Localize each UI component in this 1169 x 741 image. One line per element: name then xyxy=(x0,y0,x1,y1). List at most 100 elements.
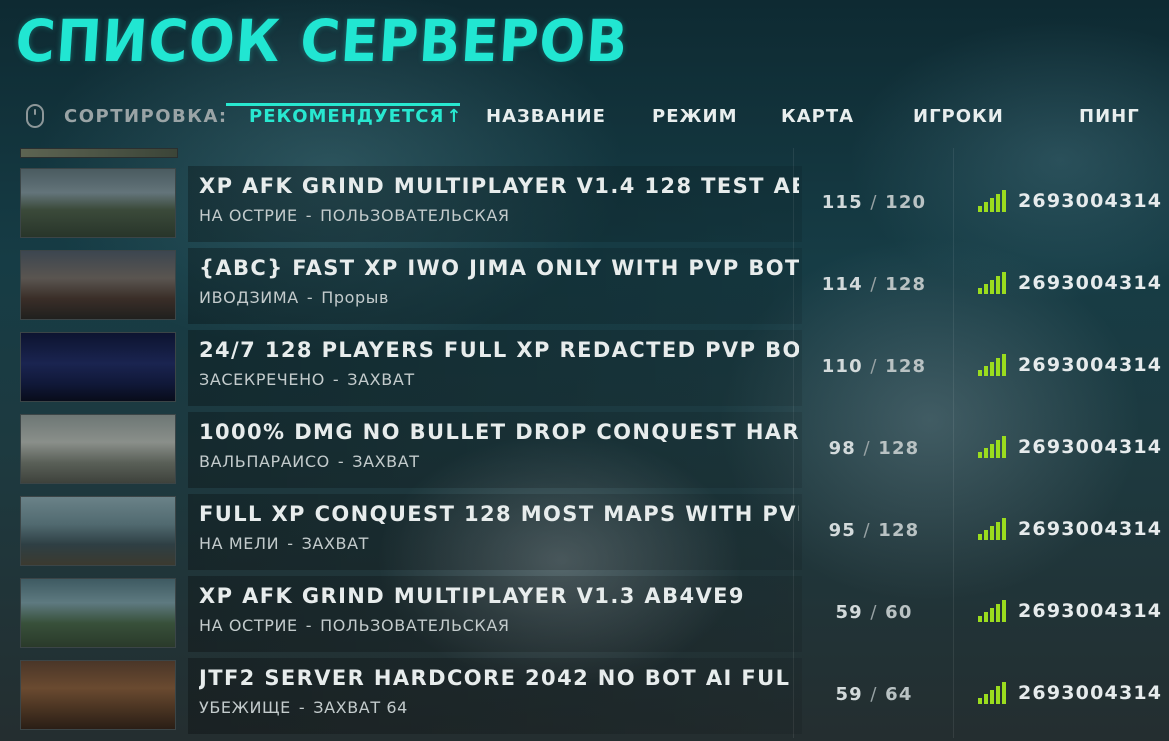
signal-bar xyxy=(1002,600,1006,622)
players-current: 59 xyxy=(835,684,863,705)
players-max: 128 xyxy=(878,520,920,541)
server-name: FULL XP CONQUEST 128 MOST MAPS WITH PVP xyxy=(199,502,799,526)
game-mode: ПОЛЬЗОВАТЕЛЬСКАЯ xyxy=(320,616,510,635)
signal-bars-icon xyxy=(978,190,1010,212)
game-mode: Прорыв xyxy=(321,288,389,307)
players-separator: / xyxy=(863,438,871,459)
map-thumbnail xyxy=(20,414,176,484)
sort-option-label: РЕКОМЕНДУЕТСЯ xyxy=(249,106,445,127)
sort-option-mode[interactable]: РЕЖИМ xyxy=(652,106,738,127)
player-count: 110 / 128 xyxy=(794,356,954,377)
player-count: 95 / 128 xyxy=(794,520,954,541)
server-row[interactable]: XP AFK GRIND MULTIPLAYER V1.4 128 TEST A… xyxy=(18,166,1168,242)
ping-value: 2693004314 xyxy=(1018,354,1163,376)
game-mode: ПОЛЬЗОВАТЕЛЬСКАЯ xyxy=(320,206,510,225)
map-name: ЗАСЕКРЕЧЕНО xyxy=(199,370,325,389)
signal-bar xyxy=(996,276,1000,294)
players-current: 98 xyxy=(828,438,857,459)
ping-value: 2693004314 xyxy=(1018,272,1163,294)
players-max: 128 xyxy=(885,274,927,295)
signal-bar xyxy=(996,686,1000,704)
game-mode: ЗАХВАТ xyxy=(301,534,370,553)
map-thumbnail xyxy=(20,168,176,238)
partial-row-thumbnail xyxy=(20,148,178,158)
game-mode: ЗАХВАТ xyxy=(347,370,415,389)
signal-bars-icon xyxy=(978,518,1010,540)
server-details: УБЕЖИЩЕ - ЗАХВАТ 64 xyxy=(199,698,408,717)
server-details: НА МЕЛИ - ЗАХВАТ xyxy=(199,534,369,553)
sort-bar: СОРТИРОВКА: РЕКОМЕНДУЕТСЯ ↑ НАЗВАНИЕ РЕЖИ… xyxy=(0,90,1169,142)
signal-bar xyxy=(1002,354,1006,376)
players-max: 60 xyxy=(885,602,913,623)
details-separator: - xyxy=(305,206,313,225)
players-separator: / xyxy=(870,602,878,623)
player-count: 59 / 64 xyxy=(794,684,954,705)
sort-option-players[interactable]: ИГРОКИ xyxy=(913,106,1004,127)
ping-value: 2693004314 xyxy=(1018,190,1163,212)
players-max: 128 xyxy=(878,438,920,459)
player-count: 98 / 128 xyxy=(794,438,954,459)
map-thumbnail xyxy=(20,578,176,648)
players-current: 59 xyxy=(835,602,863,623)
players-current: 115 xyxy=(821,192,863,213)
map-thumbnail xyxy=(20,332,176,402)
signal-bar xyxy=(984,284,988,294)
signal-bar xyxy=(990,690,994,704)
server-details: НА ОСТРИЕ - ПОЛЬЗОВАТЕЛЬСКАЯ xyxy=(199,616,510,635)
signal-bars-icon xyxy=(978,272,1010,294)
server-name: XP AFK GRIND MULTIPLAYER V1.3 AB4VE9 xyxy=(199,584,745,608)
signal-bar xyxy=(978,452,982,458)
signal-bar xyxy=(1002,518,1006,540)
map-thumbnail xyxy=(20,250,176,320)
players-separator: / xyxy=(870,274,878,295)
ping-value: 2693004314 xyxy=(1018,600,1163,622)
signal-bar xyxy=(978,288,982,294)
signal-bar xyxy=(996,604,1000,622)
signal-bar xyxy=(978,370,982,376)
mouse-icon xyxy=(26,104,44,128)
players-separator: / xyxy=(870,684,878,705)
server-row[interactable]: FULL XP CONQUEST 128 MOST MAPS WITH PVP … xyxy=(18,494,1168,570)
sort-arrow-up-icon: ↑ xyxy=(446,106,463,127)
sort-option-name[interactable]: НАЗВАНИЕ xyxy=(486,106,606,127)
signal-bar xyxy=(1002,272,1006,294)
details-separator: - xyxy=(305,616,313,635)
server-row[interactable]: XP AFK GRIND MULTIPLAYER V1.3 AB4VE9 НА … xyxy=(18,576,1168,652)
sort-option-recommended[interactable]: РЕКОМЕНДУЕТСЯ ↑ xyxy=(226,103,463,127)
signal-bar xyxy=(978,616,982,622)
players-current: 95 xyxy=(828,520,857,541)
ping-value: 2693004314 xyxy=(1018,682,1163,704)
signal-bar xyxy=(990,362,994,376)
signal-bar xyxy=(996,440,1000,458)
details-separator: - xyxy=(337,452,345,471)
players-current: 114 xyxy=(821,274,863,295)
server-row[interactable]: 24/7 128 PLAYERS FULL XP REDACTED PVP BO… xyxy=(18,330,1168,406)
details-separator: - xyxy=(332,370,340,389)
sort-option-map[interactable]: КАРТА xyxy=(781,106,854,127)
server-row[interactable]: 1000% DMG NO BULLET DROP CONQUEST HAR ВА… xyxy=(18,412,1168,488)
sort-option-ping[interactable]: ПИНГ xyxy=(1079,106,1140,127)
player-count: 115 / 120 xyxy=(794,192,954,213)
signal-bar xyxy=(996,194,1000,212)
signal-bar xyxy=(984,694,988,704)
signal-bar xyxy=(990,444,994,458)
game-mode: ЗАХВАТ 64 xyxy=(313,698,408,717)
signal-bars-icon xyxy=(978,600,1010,622)
signal-bar xyxy=(990,608,994,622)
ping-value: 2693004314 xyxy=(1018,518,1163,540)
map-thumbnail xyxy=(20,496,176,566)
signal-bar xyxy=(990,526,994,540)
page-title: СПИСОК СЕРВЕРОВ xyxy=(13,7,631,75)
signal-bar xyxy=(996,358,1000,376)
server-details: ИВОДЗИМА - Прорыв xyxy=(199,288,389,307)
signal-bar xyxy=(984,366,988,376)
server-row[interactable]: JTF2 SERVER HARDCORE 2042 NO BOT AI FUL … xyxy=(18,658,1168,734)
server-row[interactable]: {ABC} FAST XP IWO JIMA ONLY WITH PVP BOT… xyxy=(18,248,1168,324)
players-separator: / xyxy=(863,520,871,541)
map-name: НА МЕЛИ xyxy=(199,534,280,553)
active-sort-underline xyxy=(226,103,460,106)
signal-bar xyxy=(978,534,982,540)
signal-bar xyxy=(984,448,988,458)
players-max: 64 xyxy=(885,684,913,705)
map-name: УБЕЖИЩЕ xyxy=(199,698,291,717)
